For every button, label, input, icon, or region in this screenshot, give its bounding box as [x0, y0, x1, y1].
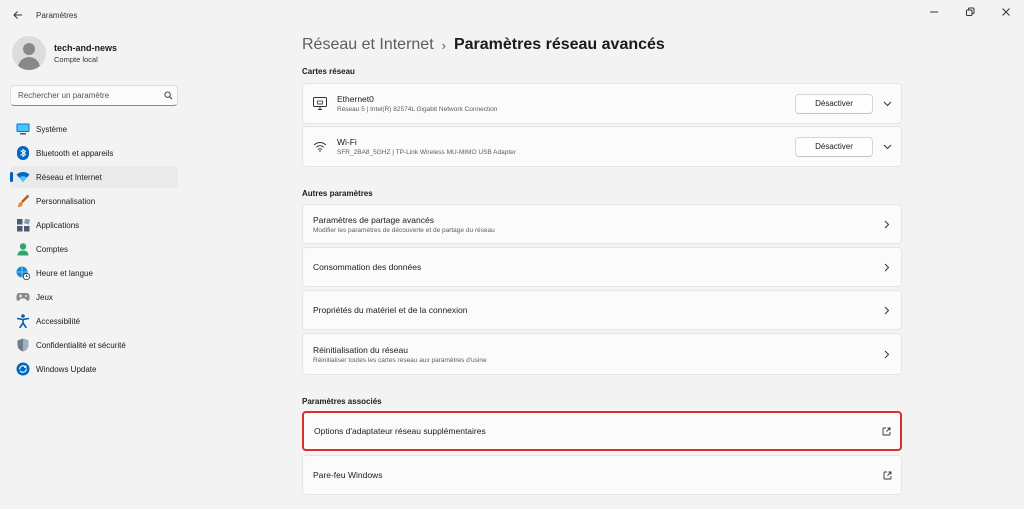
close-button[interactable] — [988, 0, 1024, 24]
adapter-description: Réseau 5 | Intel(R) 82574L Gigabit Netwo… — [337, 106, 498, 113]
paintbrush-icon — [16, 194, 30, 208]
sidebar-item-personalization[interactable]: Personnalisation — [10, 190, 178, 212]
adapter-name: Wi-Fi — [337, 137, 357, 147]
search-input[interactable] — [11, 86, 159, 105]
chevron-right-icon — [873, 350, 901, 359]
chevron-right-icon: › — [441, 37, 446, 53]
minimize-button[interactable] — [916, 0, 952, 24]
profile-name: tech-and-news — [54, 42, 118, 53]
settings-card-data-usage[interactable]: Consommation des données — [302, 247, 902, 287]
settings-card-network-reset[interactable]: Réinitialisation du réseau Réinitialiser… — [302, 333, 902, 375]
sidebar: tech-and-news Compte local Système Bluet… — [0, 30, 190, 509]
disable-wifi-button[interactable]: Désactiver — [795, 136, 873, 157]
update-icon — [16, 362, 30, 376]
restore-icon — [966, 7, 975, 16]
breadcrumb: Réseau et Internet › Paramètres réseau a… — [302, 36, 665, 54]
adapter-card-ethernet: Ethernet0 Réseau 5 | Intel(R) 82574L Gig… — [302, 83, 902, 124]
search-icon[interactable] — [159, 91, 177, 100]
avatar — [12, 36, 46, 70]
sidebar-item-gaming[interactable]: Jeux — [10, 286, 178, 308]
sidebar-item-system[interactable]: Système — [10, 118, 178, 140]
disable-ethernet-button[interactable]: Désactiver — [795, 93, 873, 114]
profile-account-type: Compte local — [54, 54, 98, 64]
settings-card-windows-firewall[interactable]: Pare-feu Windows — [302, 455, 902, 495]
sidebar-item-bluetooth[interactable]: Bluetooth et appareils — [10, 142, 178, 164]
bluetooth-icon — [16, 146, 30, 160]
window-controls — [916, 0, 1024, 30]
section-title-related: Paramètres associés — [302, 397, 382, 406]
sidebar-item-accounts[interactable]: Comptes — [10, 238, 178, 260]
settings-card-advanced-sharing[interactable]: Paramètres de partage avancés Modifier l… — [302, 204, 902, 244]
chevron-right-icon — [873, 263, 901, 272]
adapter-description: SFR_2BA8_5GHZ | TP-Link Wireless MU-MIMO… — [337, 149, 516, 156]
app-title: Paramètres — [36, 10, 78, 20]
wifi-icon — [313, 140, 327, 154]
adapter-card-wifi: Wi-Fi SFR_2BA8_5GHZ | TP-Link Wireless M… — [302, 126, 902, 167]
sidebar-item-accessibility[interactable]: Accessibilité — [10, 310, 178, 332]
section-title-adapters: Cartes réseau — [302, 67, 355, 76]
globe-clock-icon — [16, 266, 30, 280]
sidebar-item-time-language[interactable]: Heure et langue — [10, 262, 178, 284]
external-link-icon — [873, 471, 901, 480]
shield-icon — [16, 338, 30, 352]
person-icon — [16, 242, 30, 256]
sidebar-item-privacy[interactable]: Confidentialité et sécurité — [10, 334, 178, 356]
section-title-other: Autres paramètres — [302, 189, 373, 198]
breadcrumb-parent[interactable]: Réseau et Internet — [302, 36, 434, 54]
apps-icon — [16, 218, 30, 232]
wifi-icon — [16, 170, 30, 184]
chevron-right-icon — [873, 220, 901, 229]
ethernet-icon — [313, 97, 327, 111]
sidebar-item-windows-update[interactable]: Windows Update — [10, 358, 178, 380]
chevron-right-icon — [873, 306, 901, 315]
page-title: Paramètres réseau avancés — [453, 36, 665, 53]
sidebar-nav: Système Bluetooth et appareils Réseau et… — [10, 118, 178, 382]
adapter-name: Ethernet0 — [337, 94, 374, 104]
sidebar-item-apps[interactable]: Applications — [10, 214, 178, 236]
restore-button[interactable] — [952, 0, 988, 24]
external-link-icon — [872, 427, 900, 436]
system-icon — [16, 122, 30, 136]
user-profile[interactable]: tech-and-news Compte local — [12, 36, 117, 70]
minimize-icon — [930, 11, 938, 13]
sidebar-item-network[interactable]: Réseau et Internet — [10, 166, 178, 188]
search-box[interactable] — [10, 85, 178, 106]
chevron-down-icon[interactable] — [873, 144, 901, 150]
chevron-down-icon[interactable] — [873, 101, 901, 107]
back-arrow-icon — [13, 11, 22, 19]
gamepad-icon — [16, 290, 30, 304]
title-bar: Paramètres — [0, 0, 1024, 30]
accessibility-icon — [16, 314, 30, 328]
settings-card-hardware-properties[interactable]: Propriétés du matériel et de la connexio… — [302, 290, 902, 330]
settings-card-more-adapter-options[interactable]: Options d'adaptateur réseau supplémentai… — [302, 411, 902, 451]
close-icon — [1002, 8, 1010, 16]
back-button[interactable] — [4, 1, 32, 29]
